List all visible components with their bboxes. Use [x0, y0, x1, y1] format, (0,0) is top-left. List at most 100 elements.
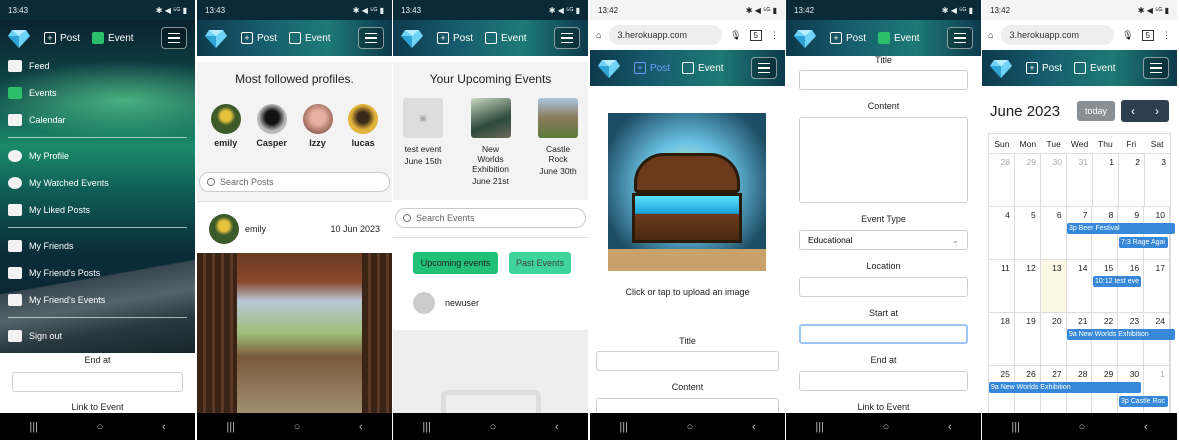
recents-icon[interactable]: ||| — [29, 421, 38, 433]
calendar-day[interactable]: 28 — [989, 154, 1015, 206]
calendar-day[interactable]: 29 — [1015, 154, 1041, 206]
recents-icon[interactable]: ||| — [815, 421, 824, 433]
search-events-input[interactable]: Search Events — [395, 208, 586, 228]
home-icon[interactable]: ○ — [294, 421, 301, 433]
search-posts-input[interactable]: Search Posts — [199, 172, 390, 192]
upload-image-preview[interactable] — [608, 113, 766, 271]
home-icon[interactable]: ○ — [687, 421, 694, 433]
nav-post-link[interactable]: + Post — [241, 32, 277, 44]
menu-item-liked-posts[interactable]: My Liked Posts — [8, 196, 187, 223]
calendar-day[interactable]: 1 — [1093, 154, 1119, 206]
tab-count-button[interactable]: 5 — [749, 29, 762, 41]
calendar-day[interactable]: 12 — [1015, 260, 1041, 312]
nav-event-link[interactable]: Event — [92, 32, 134, 44]
nav-event-link[interactable]: Event — [485, 32, 527, 44]
hamburger-menu-button[interactable] — [358, 27, 384, 49]
home-icon[interactable]: ○ — [1079, 421, 1086, 433]
diamond-logo-icon[interactable] — [8, 28, 30, 48]
home-icon[interactable]: ○ — [883, 421, 890, 433]
back-icon[interactable]: ‹ — [162, 421, 166, 433]
menu-item-calendar[interactable]: Calendar — [8, 106, 187, 133]
menu-item-events[interactable]: Events — [8, 79, 187, 106]
calendar-event[interactable]: 9a New Worlds Exhibition — [989, 382, 1141, 393]
microphone-icon[interactable]: 🎙 — [1122, 30, 1133, 41]
calendar-event[interactable]: 3p Castle Roc — [1119, 396, 1168, 407]
upcoming-event[interactable]: ▣ test event June 15th — [401, 98, 445, 186]
calendar-day[interactable]: 11 — [989, 260, 1015, 312]
calendar-day[interactable]: 19 — [1015, 313, 1041, 365]
calendar-event[interactable]: 10:12 test eve — [1093, 276, 1141, 287]
recents-icon[interactable]: ||| — [422, 421, 431, 433]
nav-post-link[interactable]: + Post — [1026, 62, 1062, 74]
profile-emily[interactable]: emily — [210, 104, 241, 148]
nav-post-link[interactable]: + Post — [44, 32, 80, 44]
tab-count-button[interactable]: 5 — [1141, 29, 1154, 41]
calendar-day[interactable]: 3 — [1145, 154, 1170, 206]
prev-month-button[interactable]: ‹ — [1121, 100, 1145, 122]
nav-event-link[interactable]: Event — [1074, 62, 1116, 74]
home-icon[interactable]: ⌂ — [988, 30, 993, 40]
end-at-input[interactable] — [799, 371, 968, 391]
diamond-logo-icon[interactable] — [205, 28, 227, 48]
recents-icon[interactable]: ||| — [1011, 421, 1020, 433]
calendar-day[interactable]: 1 — [1144, 366, 1171, 419]
upcoming-event[interactable]: New Worlds Exhibition June 21st — [469, 98, 513, 186]
calendar-day[interactable]: 17 — [1144, 260, 1171, 312]
diamond-logo-icon[interactable] — [990, 58, 1012, 78]
nav-event-link[interactable]: Event — [289, 32, 331, 44]
past-events-button[interactable]: Past Events — [509, 252, 571, 274]
nav-post-link[interactable]: + Post — [830, 32, 866, 44]
recents-icon[interactable]: ||| — [619, 421, 628, 433]
calendar-day[interactable]: 2 — [1119, 154, 1145, 206]
recents-icon[interactable]: ||| — [226, 421, 235, 433]
calendar-day[interactable]: 30 — [1041, 154, 1067, 206]
content-textarea[interactable] — [799, 117, 968, 203]
calendar-day[interactable]: 5 — [1015, 207, 1041, 259]
home-icon[interactable]: ○ — [490, 421, 497, 433]
profile-lucas[interactable]: lucas — [348, 104, 379, 148]
user-row[interactable]: newuser — [413, 292, 578, 314]
calendar-day-today[interactable]: 13 — [1040, 260, 1067, 312]
menu-item-my-friends[interactable]: My Friends — [8, 232, 187, 259]
diamond-logo-icon[interactable] — [401, 28, 423, 48]
back-icon[interactable]: ‹ — [752, 421, 756, 433]
nav-post-link[interactable]: + Post — [634, 62, 670, 74]
url-field[interactable]: 3.herokuapp.com — [609, 25, 723, 45]
back-icon[interactable]: ‹ — [948, 421, 952, 433]
menu-item-friends-posts[interactable]: My Friend's Posts — [8, 259, 187, 286]
profile-izzy[interactable]: Izzy — [302, 104, 333, 148]
more-menu-icon[interactable]: ⋮ — [1162, 30, 1171, 41]
calendar-day[interactable]: 14 — [1067, 260, 1093, 312]
nav-event-link[interactable]: Event — [682, 62, 724, 74]
home-icon[interactable]: ⌂ — [596, 30, 601, 40]
calendar-day[interactable]: 31 — [1067, 154, 1093, 206]
url-field[interactable]: 3.herokuapp.com — [1001, 25, 1115, 45]
event-type-select[interactable]: Educational ⌄ — [799, 230, 968, 250]
title-input[interactable] — [799, 70, 968, 90]
hamburger-menu-button[interactable] — [751, 57, 777, 79]
upcoming-event[interactable]: Castle Rock June 30th — [536, 98, 580, 186]
avatar[interactable] — [209, 214, 239, 244]
hamburger-menu-button[interactable] — [947, 27, 973, 49]
hamburger-menu-button[interactable] — [161, 27, 187, 49]
hamburger-menu-button[interactable] — [1143, 57, 1169, 79]
upload-prompt[interactable]: Click or tap to upload an image — [590, 287, 785, 297]
diamond-logo-icon[interactable] — [794, 28, 816, 48]
today-button[interactable]: today — [1076, 101, 1115, 121]
post-image[interactable] — [197, 253, 392, 413]
calendar-event[interactable]: 7:3 Rage Agai — [1119, 237, 1168, 248]
home-icon[interactable]: ○ — [97, 421, 104, 433]
back-icon[interactable]: ‹ — [1144, 421, 1148, 433]
hamburger-menu-button[interactable] — [554, 27, 580, 49]
menu-item-friends-events[interactable]: My Friend's Events — [8, 286, 187, 313]
end-at-input[interactable] — [12, 372, 183, 392]
nav-event-link[interactable]: Event — [878, 32, 920, 44]
calendar-day[interactable]: 4 — [989, 207, 1015, 259]
calendar-day[interactable]: 20 — [1041, 313, 1067, 365]
title-input[interactable] — [596, 351, 779, 371]
back-icon[interactable]: ‹ — [359, 421, 363, 433]
start-at-input[interactable] — [799, 324, 968, 344]
calendar-event[interactable]: 3p Beer Festival — [1067, 223, 1175, 234]
diamond-logo-icon[interactable] — [598, 58, 620, 78]
menu-item-feed[interactable]: Feed — [8, 52, 187, 79]
